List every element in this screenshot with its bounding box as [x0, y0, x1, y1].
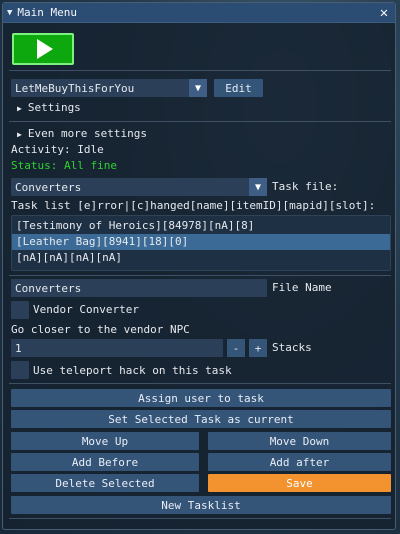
status-text: Status: All fine	[11, 159, 117, 172]
title-bar[interactable]: ▼ Main Menu ✕	[3, 3, 395, 23]
divider	[9, 383, 391, 384]
edit-button[interactable]: Edit	[214, 79, 263, 97]
chevron-down-icon[interactable]: ▼	[189, 79, 207, 97]
more-settings-label: Even more settings	[27, 127, 148, 140]
task-file-label: Task file:	[272, 180, 339, 193]
vendor-converter-label: Vendor Converter	[33, 303, 139, 316]
stacks-value: 1	[15, 341, 22, 355]
converter-select-value: Converters	[15, 180, 82, 194]
stacks-label: Stacks	[272, 341, 312, 354]
delete-selected-button[interactable]: Delete Selected	[11, 474, 199, 492]
list-item-selected[interactable]: [Leather Bag][8941][18][0]	[12, 234, 390, 250]
move-up-button[interactable]: Move Up	[11, 432, 199, 450]
file-name-value: Converters	[15, 281, 82, 295]
divider	[9, 275, 391, 276]
main-menu-window: ▼ Main Menu ✕ LetMeBuyThisForYou ▼ Edit …	[2, 2, 396, 530]
vendor-converter-checkbox[interactable]	[11, 301, 29, 319]
play-icon	[37, 39, 53, 59]
file-name-input[interactable]: Converters	[11, 279, 267, 297]
activity-text: Activity: Idle	[11, 143, 104, 156]
window-content: LetMeBuyThisForYou ▼ Edit ▶ Settings ▶ Eve…	[3, 23, 395, 529]
divider	[9, 121, 391, 122]
settings-header[interactable]: ▶ Settings	[17, 101, 81, 116]
save-button[interactable]: Save	[208, 474, 391, 492]
stacks-input[interactable]: 1	[11, 339, 223, 357]
task-list-label: Task list [e]rror|[c]hanged[name][itemID…	[11, 199, 376, 212]
new-tasklist-button[interactable]: New Tasklist	[11, 496, 391, 514]
more-settings-header[interactable]: ▶ Even more settings	[17, 127, 147, 142]
increment-button[interactable]: +	[249, 339, 267, 357]
set-current-task-button[interactable]: Set Selected Task as current	[11, 410, 391, 428]
file-name-label: File Name	[272, 281, 332, 294]
decrement-button[interactable]: -	[227, 339, 245, 357]
move-down-button[interactable]: Move Down	[208, 432, 391, 450]
expand-triangle-icon: ▶	[17, 104, 22, 113]
divider	[9, 518, 391, 519]
divider	[9, 70, 391, 71]
add-after-button[interactable]: Add after	[208, 453, 391, 471]
profile-select[interactable]: LetMeBuyThisForYou ▼	[11, 79, 207, 97]
play-button[interactable]	[12, 33, 74, 65]
profile-select-value: LetMeBuyThisForYou	[15, 81, 135, 95]
add-before-button[interactable]: Add Before	[11, 453, 199, 471]
list-item[interactable]: [Testimony of Heroics][84978][nA][8]	[12, 218, 390, 234]
teleport-checkbox[interactable]	[11, 361, 29, 379]
settings-label: Settings	[27, 101, 81, 114]
converter-select[interactable]: Converters ▼	[11, 178, 267, 196]
window-title: Main Menu	[17, 6, 78, 19]
list-item[interactable]: [nA][nA][nA][nA]	[12, 250, 390, 266]
go-closer-text: Go closer to the vendor NPC	[11, 323, 190, 336]
expand-triangle-icon: ▶	[17, 130, 22, 139]
task-list[interactable]: [Testimony of Heroics][84978][nA][8] [Le…	[11, 215, 391, 271]
collapse-triangle-icon[interactable]: ▼	[7, 8, 12, 18]
assign-user-button[interactable]: Assign user to task	[11, 389, 391, 407]
chevron-down-icon[interactable]: ▼	[249, 178, 267, 196]
teleport-label: Use teleport hack on this task	[33, 364, 232, 377]
close-icon[interactable]: ✕	[377, 6, 391, 20]
